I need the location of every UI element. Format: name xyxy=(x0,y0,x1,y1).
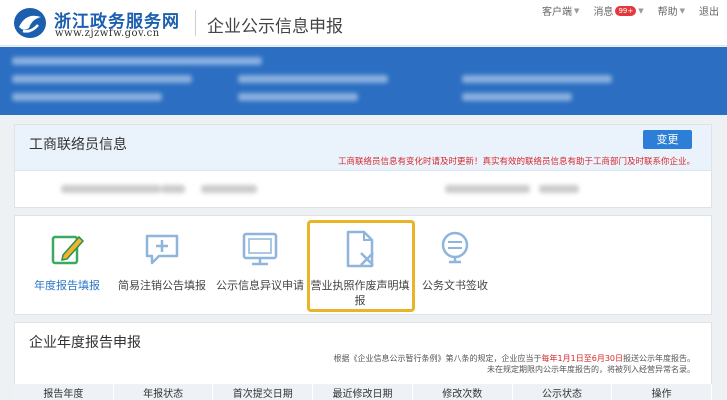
redacted-company-name xyxy=(12,57,262,65)
client-menu[interactable]: 客户端 ▼ xyxy=(542,3,580,19)
message-count-badge: 99+ xyxy=(615,5,637,16)
liaison-panel: 工商联络员信息 变更 工商联络员信息有变化时请及时更新！真实有效的联络员信息有助… xyxy=(14,124,712,208)
redacted-text xyxy=(12,93,162,101)
site-logo-url: www.zjzwfw.gov.cn xyxy=(55,28,160,39)
redacted-text xyxy=(201,185,257,193)
logout-link[interactable]: 退出 xyxy=(699,3,719,18)
chevron-down-icon: ▼ xyxy=(679,6,685,15)
redacted-text xyxy=(238,75,388,83)
change-liaison-button[interactable]: 变更 xyxy=(643,130,692,149)
annual-report-rule-line1: 根据《企业信息公示暂行条例》第八条的规定，企业应当于每年1月1日至6月30日报送… xyxy=(334,353,695,364)
liaison-title: 工商联络员信息 xyxy=(29,137,127,153)
column-header-publicity-status: 公示状态 xyxy=(513,384,613,400)
service-label: 公务文书签收 xyxy=(422,279,488,292)
annual-report-rule-line2: 未在规定期限内公示年度报告的，将被列入经营异常名录。 xyxy=(487,365,695,374)
redacted-text xyxy=(462,93,572,101)
column-header-report-year: 报告年度 xyxy=(14,384,114,400)
highlight-box xyxy=(307,220,415,312)
service-objection-application[interactable]: 公示信息异议申请 xyxy=(210,228,310,293)
service-label: 公示信息异议申请 xyxy=(216,279,304,292)
redacted-text xyxy=(12,75,192,83)
chevron-down-icon: ▼ xyxy=(574,6,580,15)
column-header-first-submit-date: 首次提交日期 xyxy=(213,384,314,400)
annual-report-rule: 根据《企业信息公示暂行条例》第八条的规定，企业应当于每年1月1日至6月30日报送… xyxy=(334,353,695,375)
rule-text: 报送公示年度报告。 xyxy=(623,354,695,363)
column-header-modify-count: 修改次数 xyxy=(413,384,513,400)
service-simple-deregistration[interactable]: 简易注销公告填报 xyxy=(112,228,212,293)
help-menu[interactable]: 帮助 ▼ xyxy=(657,3,685,19)
help-menu-label: 帮助 xyxy=(657,7,678,18)
rule-deadline: 每年1月1日至6月30日 xyxy=(541,354,623,363)
messages-menu[interactable]: 消息 99+ ▼ xyxy=(593,3,644,18)
stamp-icon xyxy=(441,231,469,264)
service-annual-report[interactable]: 年度报告填报 xyxy=(17,228,117,293)
zjzwfw-logo-icon[interactable] xyxy=(12,6,48,40)
column-header-actions: 操作 xyxy=(612,384,713,400)
chat-add-icon xyxy=(145,234,179,265)
column-header-last-modified-date: 最近修改日期 xyxy=(313,384,413,400)
client-menu-label: 客户端 xyxy=(542,7,573,18)
chevron-down-icon: ▼ xyxy=(638,6,644,15)
messages-menu-label: 消息 xyxy=(593,7,614,18)
annual-report-title: 企业年度报告申报 xyxy=(29,335,141,351)
site-header: 浙江政务服务网 www.zjzwfw.gov.cn 企业公示信息申报 客户端 ▼… xyxy=(0,0,727,46)
header-divider xyxy=(195,10,196,36)
redacted-text xyxy=(462,75,612,83)
company-info-banner xyxy=(0,47,727,115)
liaison-panel-header: 工商联络员信息 变更 工商联络员信息有变化时请及时更新！真实有效的联络员信息有助… xyxy=(15,125,711,171)
edit-icon xyxy=(51,235,85,265)
top-nav: 客户端 ▼ 消息 99+ ▼ 帮助 ▼ 退出 xyxy=(542,3,719,18)
redacted-liaison-name xyxy=(61,185,161,193)
redacted-text xyxy=(161,185,185,193)
page-title: 企业公示信息申报 xyxy=(207,17,343,37)
column-header-report-status: 年报状态 xyxy=(114,384,214,400)
service-label: 年度报告填报 xyxy=(34,279,100,292)
annual-report-table-header: 报告年度 年报状态 首次提交日期 最近修改日期 修改次数 公示状态 操作 xyxy=(14,384,713,400)
redacted-text xyxy=(238,93,358,101)
rule-text: 根据《企业信息公示暂行条例》第八条的规定，企业应当于 xyxy=(333,354,542,363)
service-label: 简易注销公告填报 xyxy=(118,279,206,292)
service-document-signing[interactable]: 公务文书签收 xyxy=(405,228,505,293)
redacted-text xyxy=(539,185,579,193)
monitor-icon xyxy=(242,232,278,266)
logout-label: 退出 xyxy=(699,7,719,18)
liaison-notice: 工商联络员信息有变化时请及时更新！真实有效的联络员信息有助于工商部门及时联系你企… xyxy=(337,157,695,167)
redacted-liaison-phone xyxy=(445,185,530,193)
